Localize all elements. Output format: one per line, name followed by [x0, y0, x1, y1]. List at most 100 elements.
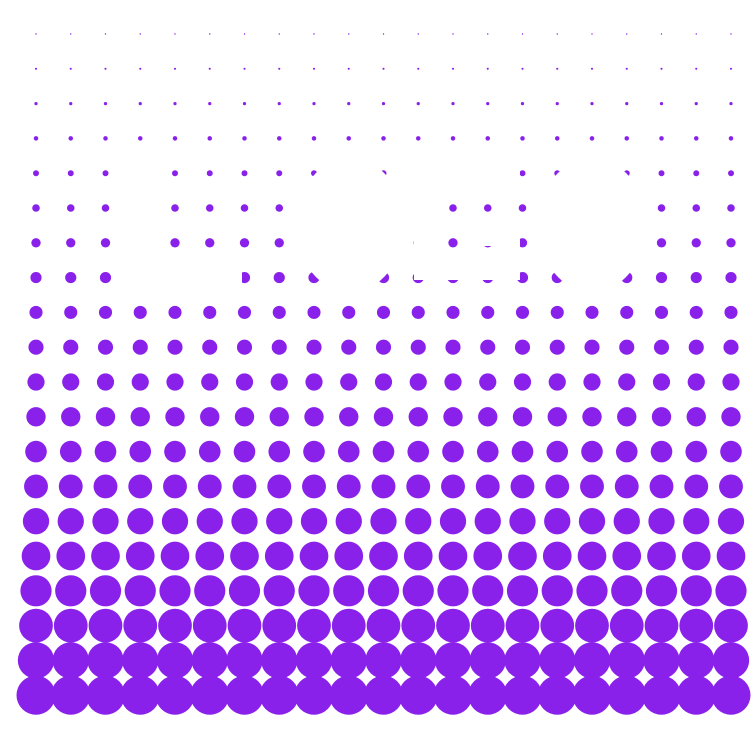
- halftone-dot: [275, 204, 284, 212]
- halftone-dot: [651, 407, 672, 427]
- halftone-dot: [205, 238, 215, 248]
- halftone-dot: [24, 474, 48, 499]
- halftone-dot: [69, 67, 72, 70]
- halftone-dot: [692, 204, 701, 212]
- halftone-dot: [612, 541, 642, 571]
- halftone-dot: [55, 575, 87, 607]
- halftone-dot: [334, 541, 364, 571]
- halftone-dot: [231, 508, 258, 535]
- halftone-dot: [233, 440, 256, 463]
- halftone-dot: [540, 608, 575, 643]
- halftone-dot: [695, 67, 698, 70]
- halftone-dot: [512, 407, 533, 427]
- halftone-dot: [650, 440, 673, 463]
- halftone-dot: [400, 642, 437, 679]
- halftone-dot: [437, 575, 469, 607]
- halftone-dot: [87, 642, 124, 679]
- halftone-dot: [681, 541, 711, 571]
- halftone-dot: [241, 170, 248, 177]
- halftone-dot: [130, 407, 150, 427]
- halftone-dot: [717, 508, 745, 535]
- halftone-dot: [206, 170, 213, 177]
- halftone-dot: [129, 440, 152, 463]
- halftone-dot: [235, 373, 254, 391]
- halftone-dot: [590, 67, 594, 70]
- halftone-dot: [714, 608, 748, 643]
- halftone-dot: [31, 238, 41, 248]
- halftone-dot: [578, 508, 606, 535]
- halftone-dot: [513, 373, 532, 391]
- halftone-dot: [369, 541, 398, 571]
- halftone-dot: [103, 102, 108, 106]
- halftone-dot: [542, 541, 572, 571]
- halftone-dot: [614, 474, 639, 499]
- halftone-dot: [365, 642, 402, 679]
- halftone-dot: [312, 67, 316, 70]
- halftone-dot: [346, 136, 352, 141]
- halftone-dot: [190, 675, 230, 715]
- halftone-dot: [556, 67, 559, 70]
- halftone-dot: [16, 675, 56, 715]
- halftone-dot: [476, 440, 499, 463]
- halftone-dot: [63, 339, 79, 355]
- halftone-dot: [724, 305, 738, 319]
- halftone-dot: [685, 440, 708, 463]
- halftone-dot: [683, 508, 710, 535]
- halftone-dot: [243, 67, 246, 70]
- halftone-dot: [52, 642, 89, 679]
- halftone-dot: [158, 608, 192, 643]
- halftone-dot: [230, 541, 259, 571]
- halftone-dot: [226, 642, 263, 679]
- halftone-dot: [660, 67, 663, 70]
- halftone-dot: [101, 204, 110, 212]
- halftone-dot: [719, 474, 743, 499]
- halftone-dot: [51, 675, 91, 715]
- halftone-dot: [163, 474, 187, 499]
- halftone-dot: [486, 102, 490, 106]
- halftone-dot: [649, 474, 674, 499]
- halftone-dot: [236, 339, 253, 355]
- halftone-dot: [695, 33, 697, 35]
- halftone-dot: [94, 440, 117, 463]
- halftone-dot: [34, 102, 38, 106]
- halftone-dot: [728, 170, 734, 177]
- halftone-dot: [608, 642, 645, 679]
- halftone-dot: [167, 339, 183, 355]
- halftone-dot: [70, 33, 72, 35]
- halftone-dot: [88, 608, 123, 643]
- halftone-dot: [583, 373, 601, 391]
- halftone-dot: [381, 102, 386, 106]
- halftone-dot: [102, 170, 109, 177]
- halftone-dot: [267, 474, 292, 499]
- halftone-dot: [514, 339, 531, 355]
- halftone-dot: [545, 474, 570, 499]
- halftone-dot: [335, 508, 362, 535]
- halftone-dot: [57, 508, 84, 535]
- halftone-dot: [139, 67, 142, 70]
- halftone-dot: [382, 67, 385, 70]
- knockout-logo-lettering: [122, 158, 646, 292]
- halftone-dot: [678, 642, 715, 679]
- halftone-dot: [693, 136, 699, 141]
- halftone-dot: [194, 575, 226, 607]
- halftone-dot: [618, 373, 636, 391]
- halftone-dot: [506, 575, 539, 607]
- halftone-dot: [452, 33, 454, 35]
- halftone-dot: [443, 407, 463, 427]
- halftone-dot: [729, 102, 733, 106]
- halftone-dot: [272, 305, 286, 319]
- halftone-dot: [104, 67, 107, 70]
- halftone-dot: [590, 102, 594, 106]
- halftone-dot: [720, 440, 742, 463]
- halftone-dot: [546, 440, 569, 463]
- halftone-dot: [17, 642, 55, 679]
- halftone-dot: [276, 136, 282, 141]
- halftone-dot: [294, 675, 334, 715]
- halftone-dot: [451, 67, 455, 70]
- halftone-dot: [417, 33, 419, 35]
- halftone-dot: [25, 440, 47, 463]
- halftone-dot: [227, 608, 262, 643]
- halftone-dot: [22, 508, 50, 535]
- halftone-dot: [132, 339, 148, 355]
- halftone-dot: [585, 305, 599, 319]
